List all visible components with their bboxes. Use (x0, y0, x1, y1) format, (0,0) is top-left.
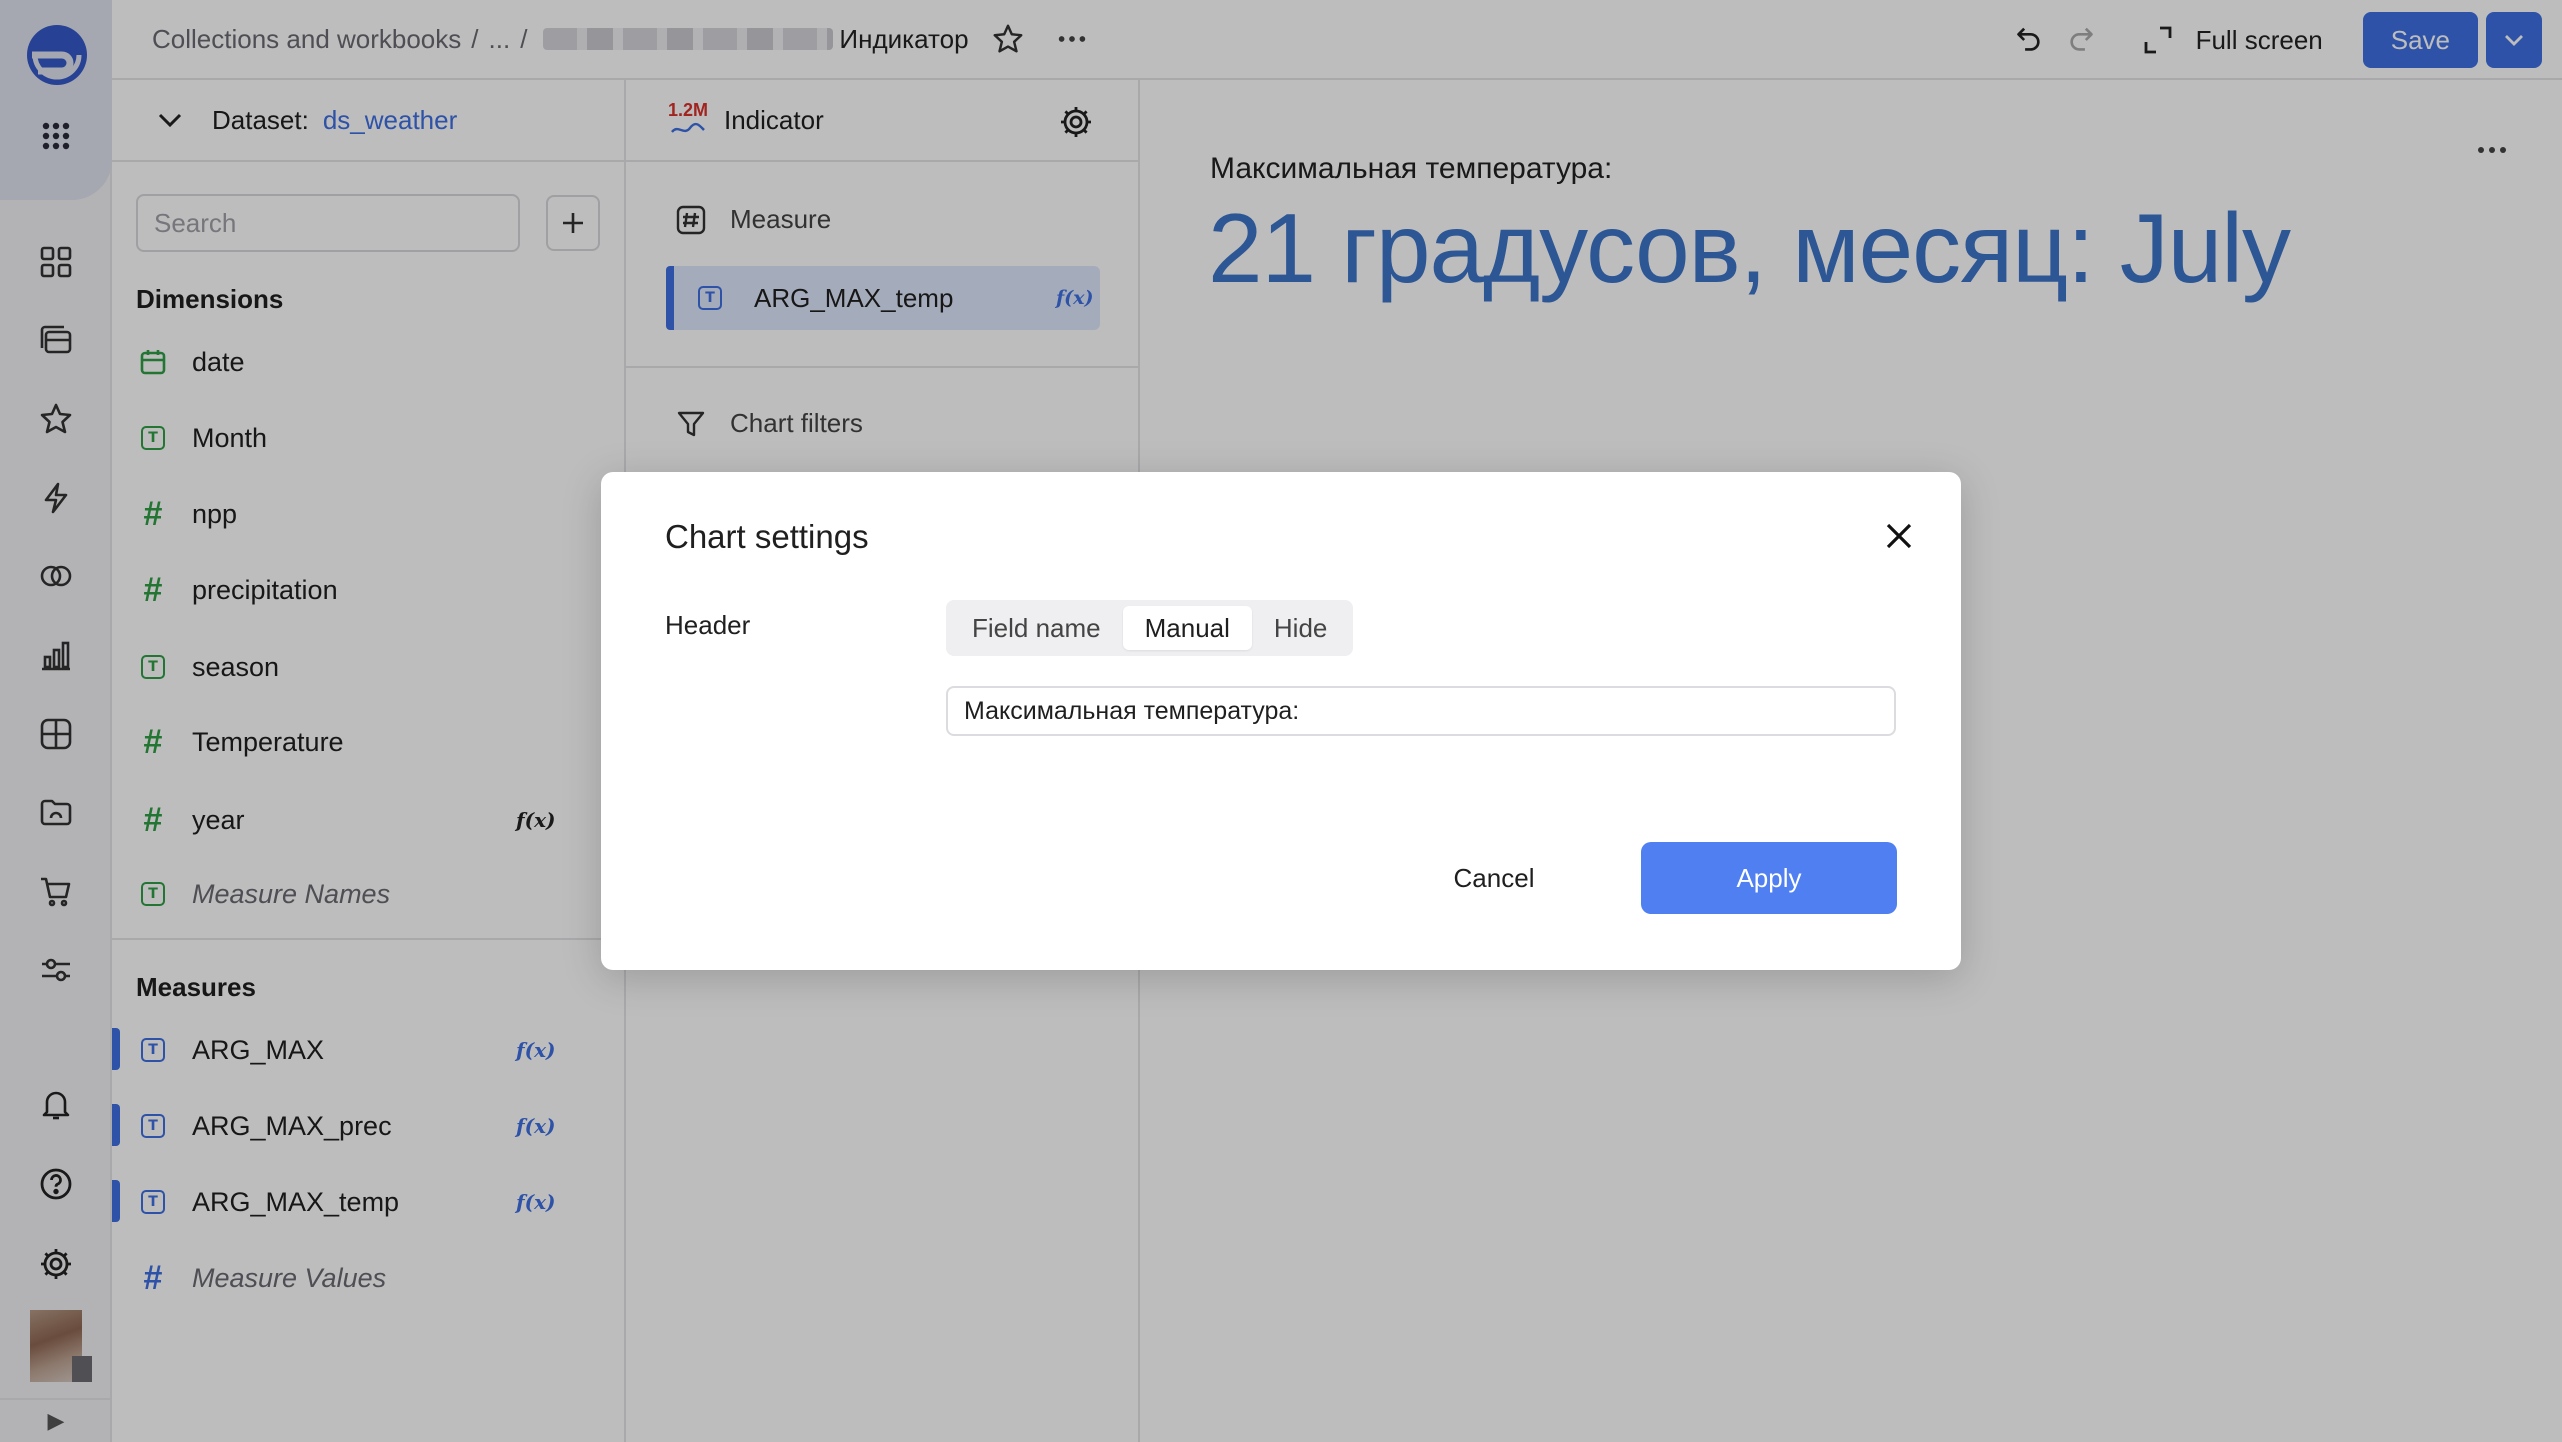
chart-settings-dialog: Chart settings Header Field name Manual … (601, 472, 1961, 970)
header-option-hide[interactable]: Hide (1252, 606, 1349, 650)
apply-button[interactable]: Apply (1641, 842, 1897, 914)
cancel-button[interactable]: Cancel (1423, 842, 1565, 914)
header-text-input[interactable] (946, 686, 1896, 736)
header-option-manual[interactable]: Manual (1122, 606, 1252, 650)
header-setting-label: Header (665, 610, 751, 640)
header-mode-segmented-control: Field name Manual Hide (946, 600, 1354, 656)
close-icon[interactable] (1881, 518, 1917, 554)
header-option-field-name[interactable]: Field name (950, 606, 1123, 650)
dialog-title: Chart settings (665, 518, 869, 555)
